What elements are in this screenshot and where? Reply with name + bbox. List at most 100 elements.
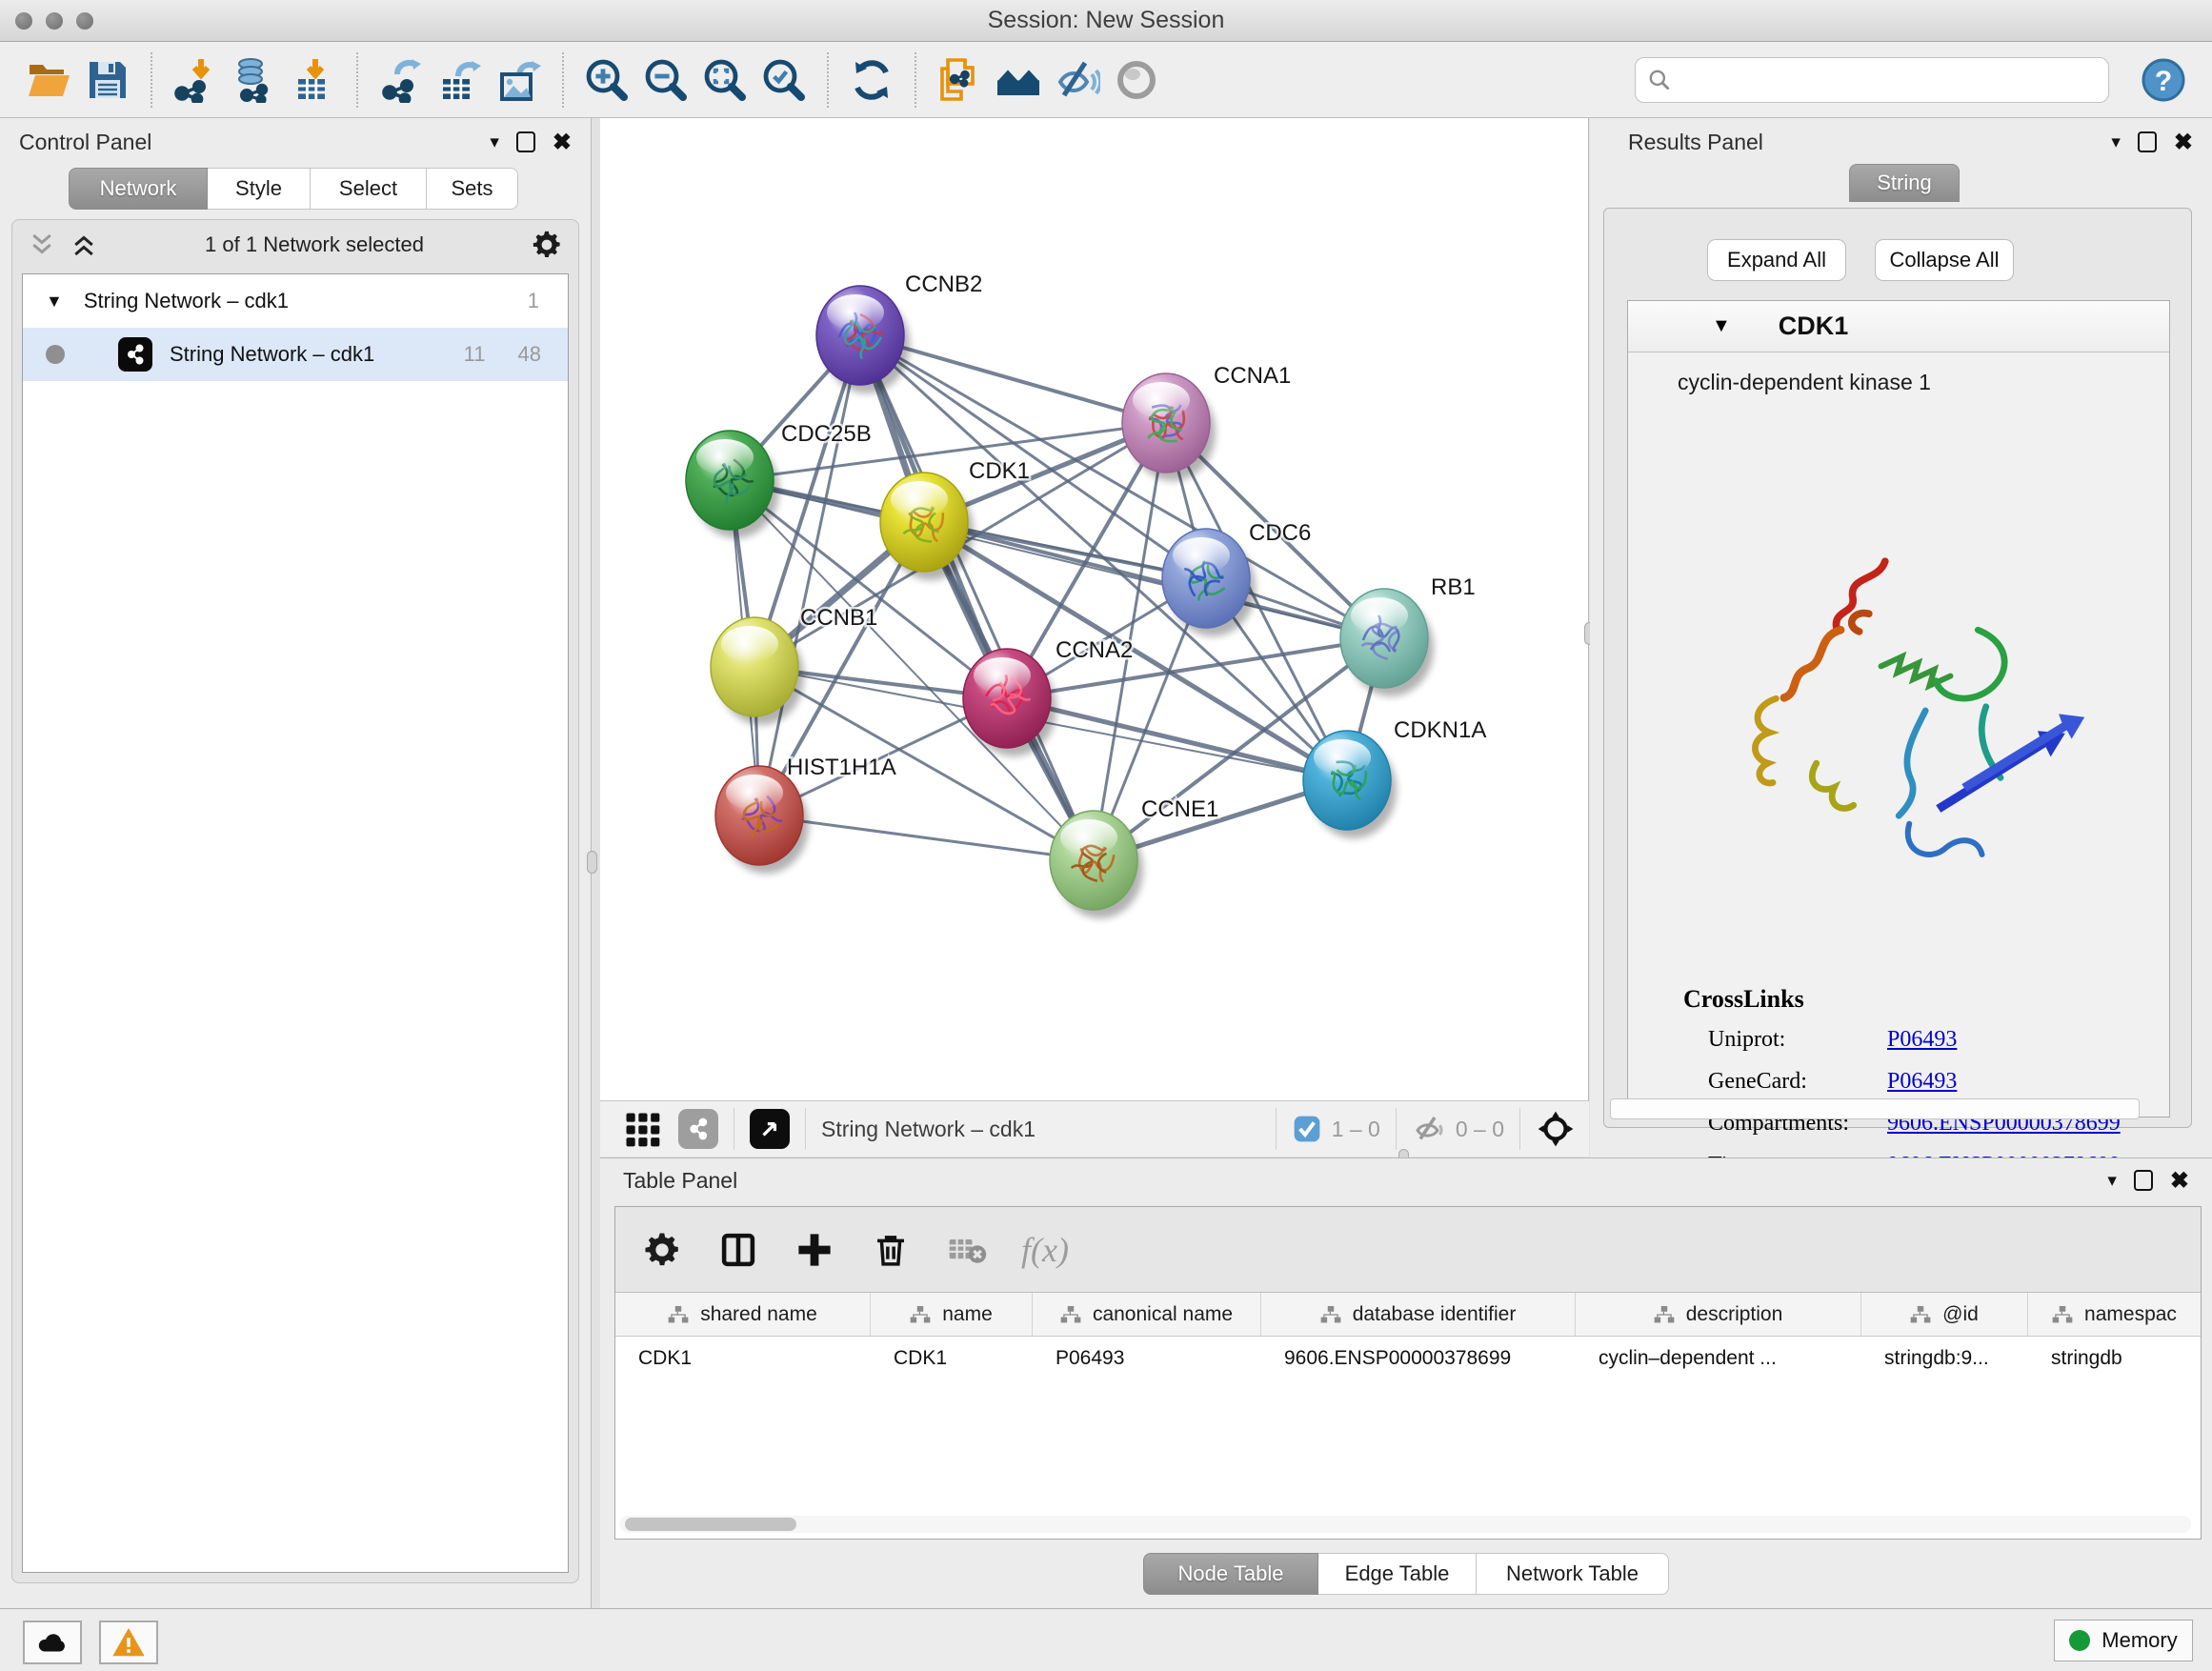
apply-preferred-layout-button[interactable]: [842, 50, 901, 110]
node-description: cyclin-dependent kinase 1: [1628, 352, 2169, 395]
hide-selected-button[interactable]: [1048, 50, 1107, 110]
horizontal-scrollbar[interactable]: [619, 1516, 2191, 1533]
hidden-elements-icon: [1412, 1112, 1446, 1146]
results-scroll-strip[interactable]: [1610, 1098, 2140, 1119]
selected-node-edge-count: 1 – 0: [1332, 1117, 1380, 1142]
collapse-all-button[interactable]: Collapse All: [1875, 239, 2014, 281]
svg-text:CDK1: CDK1: [969, 458, 1030, 484]
fit-selected-crosshair-icon[interactable]: [1536, 1109, 1576, 1149]
string-view-icon[interactable]: [678, 1109, 718, 1149]
cell-database-identifier[interactable]: 9606.ENSP00000378699: [1261, 1337, 1576, 1382]
column-header-canonical-name[interactable]: canonical name: [1033, 1293, 1261, 1336]
collection-count: 1: [528, 289, 539, 313]
tab-network[interactable]: Network: [69, 168, 208, 210]
panel-float-icon[interactable]: [2138, 131, 2157, 152]
export-network-button[interactable]: [372, 50, 431, 110]
network-collection-label: String Network – cdk1: [84, 289, 289, 313]
network-canvas[interactable]: CCNB2CCNA1CDC25BCDK1CDC6RB1CCNB1CCNA2CDK…: [600, 118, 1589, 1100]
gear-icon[interactable]: [531, 229, 563, 261]
panel-float-icon[interactable]: [516, 131, 535, 152]
first-neighbors-button[interactable]: [989, 50, 1048, 110]
cell-namespace[interactable]: stringdb: [2028, 1337, 2201, 1382]
zoom-selected-button[interactable]: [754, 50, 814, 110]
selected-nodes-checkbox-icon[interactable]: [1292, 1114, 1322, 1144]
export-image-button[interactable]: [490, 50, 549, 110]
column-header-id[interactable]: @id: [1861, 1293, 2028, 1336]
panel-close-icon[interactable]: ✖: [2174, 129, 2193, 156]
tab-string[interactable]: String: [1849, 164, 1960, 202]
warnings-button[interactable]: [99, 1621, 158, 1664]
panel-menu-icon[interactable]: ▾: [2111, 131, 2121, 153]
panel-close-icon[interactable]: ✖: [553, 129, 572, 156]
svg-text:CDC6: CDC6: [1249, 520, 1311, 546]
tree-expand-icon[interactable]: ▼: [46, 292, 63, 312]
warning-icon: [111, 1624, 147, 1661]
collapse-all-icon[interactable]: [28, 231, 56, 259]
network-selection-status: 1 of 1 Network selected: [98, 232, 531, 257]
column-header-database-identifier[interactable]: database identifier: [1261, 1293, 1576, 1336]
section-collapse-icon[interactable]: ▼: [1712, 315, 1731, 337]
memory-label: Memory: [2101, 1628, 2177, 1653]
function-builder-button[interactable]: f(x): [1021, 1230, 1069, 1270]
panel-close-icon[interactable]: ✖: [2170, 1167, 2189, 1195]
column-header-description[interactable]: description: [1576, 1293, 1861, 1336]
search-input[interactable]: [1681, 68, 2097, 92]
export-table-button[interactable]: [431, 50, 490, 110]
help-button[interactable]: ?: [2134, 50, 2193, 110]
crosslink-label: Uniprot:: [1708, 1027, 1887, 1053]
panel-float-icon[interactable]: [2134, 1170, 2153, 1191]
toolbar-separator: [915, 52, 916, 108]
import-table-file-button[interactable]: [284, 50, 343, 110]
birds-eye-view-button[interactable]: [750, 1109, 790, 1149]
tab-sets[interactable]: Sets: [427, 168, 518, 210]
svg-text:CCNE1: CCNE1: [1141, 796, 1218, 822]
cell-canonical-name[interactable]: P06493: [1033, 1337, 1261, 1382]
memory-button[interactable]: Memory: [2054, 1620, 2193, 1661]
show-columns-button[interactable]: [716, 1228, 760, 1272]
network-row-selected[interactable]: String Network – cdk1 11 48: [23, 328, 568, 381]
global-search-field[interactable]: [1635, 57, 2109, 103]
open-session-button[interactable]: [19, 50, 78, 110]
cell-id[interactable]: stringdb:9...: [1861, 1337, 2028, 1382]
delete-column-button[interactable]: [869, 1228, 913, 1272]
table-type-tabs: Node Table Edge Table Network Table: [600, 1553, 2212, 1595]
delete-table-button[interactable]: [945, 1228, 989, 1272]
cell-description[interactable]: cyclin–dependent ...: [1576, 1337, 1861, 1382]
network-collection-row[interactable]: ▼ String Network – cdk1 1: [23, 274, 568, 328]
tab-network-table[interactable]: Network Table: [1477, 1553, 1669, 1595]
export-network-icon: [378, 57, 424, 103]
zoom-fit-button[interactable]: [695, 50, 754, 110]
panel-menu-icon[interactable]: ▾: [2107, 1170, 2117, 1192]
tab-style[interactable]: Style: [208, 168, 311, 210]
cell-name[interactable]: CDK1: [871, 1337, 1033, 1382]
grid-view-icon[interactable]: [621, 1108, 663, 1150]
column-header-shared-name[interactable]: shared name: [615, 1293, 871, 1336]
zoom-in-button[interactable]: [577, 50, 636, 110]
node-result-header[interactable]: ▼ CDK1: [1628, 301, 2169, 352]
crosslink-link[interactable]: P06493: [1887, 1069, 1957, 1095]
show-all-button[interactable]: [1107, 50, 1166, 110]
scrollbar-thumb[interactable]: [625, 1518, 796, 1531]
tab-edge-table[interactable]: Edge Table: [1318, 1553, 1477, 1595]
column-header-namespace[interactable]: namespac: [2028, 1293, 2201, 1336]
zoom-out-button[interactable]: [636, 50, 695, 110]
toolbar-separator: [1276, 1108, 1277, 1150]
table-settings-button[interactable]: [640, 1228, 684, 1272]
tab-select[interactable]: Select: [311, 168, 427, 210]
tab-node-table[interactable]: Node Table: [1143, 1553, 1318, 1595]
cell-shared-name[interactable]: CDK1: [615, 1337, 871, 1382]
crosslink-link[interactable]: P06493: [1887, 1027, 1957, 1053]
toolbar-separator: [827, 52, 829, 108]
new-network-from-selection-button[interactable]: [930, 50, 989, 110]
table-toolbar: f(x): [615, 1207, 2201, 1293]
save-session-button[interactable]: [78, 50, 137, 110]
create-column-button[interactable]: [793, 1228, 836, 1272]
column-header-name[interactable]: name: [871, 1293, 1033, 1336]
import-network-database-button[interactable]: [225, 50, 284, 110]
import-network-file-button[interactable]: [166, 50, 225, 110]
expand-all-icon[interactable]: [70, 231, 98, 259]
splitter-handle[interactable]: [587, 851, 597, 874]
cloud-status-button[interactable]: [23, 1621, 82, 1664]
panel-menu-icon[interactable]: ▾: [490, 131, 499, 153]
expand-all-button[interactable]: Expand All: [1707, 239, 1846, 281]
